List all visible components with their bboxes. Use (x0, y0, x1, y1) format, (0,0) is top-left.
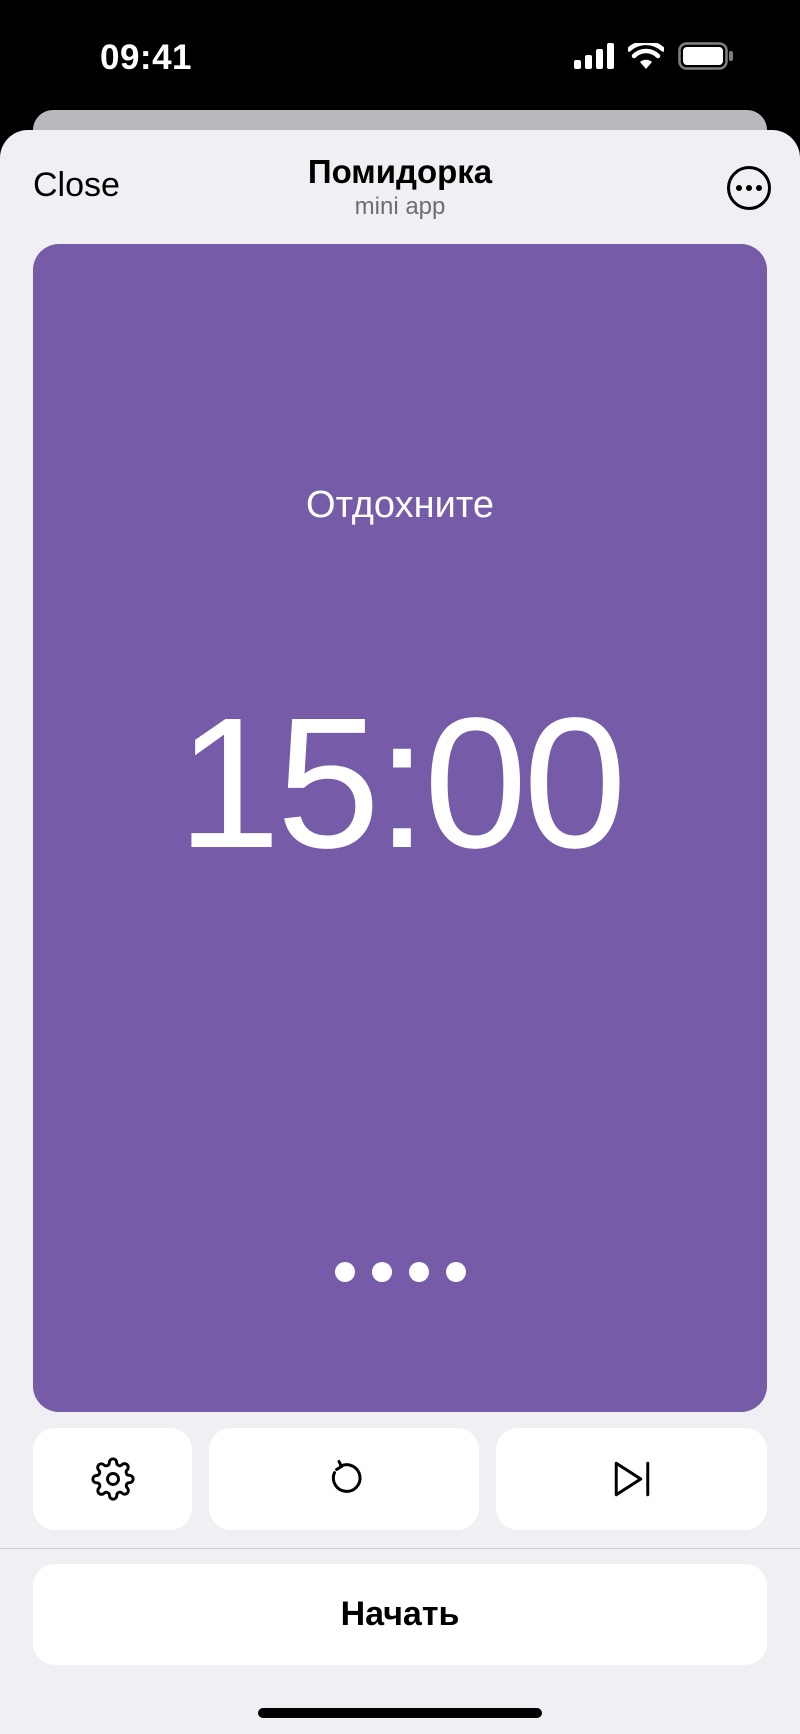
more-dot (736, 185, 742, 191)
battery-icon (678, 42, 733, 70)
status-bar: 09:41 (0, 0, 800, 110)
skip-button[interactable] (496, 1428, 767, 1530)
timer-display: 15:00 (177, 680, 626, 887)
session-dot (445, 1262, 466, 1282)
signal-icon (574, 43, 614, 69)
settings-button[interactable] (33, 1428, 192, 1530)
more-dot (756, 185, 762, 191)
timer-card: Отдохните 15:00 (33, 244, 767, 1412)
app-subtitle: mini app (354, 193, 446, 220)
mini-app-sheet: Close Помидорка mini app Отдохните 15:00 (0, 130, 800, 1734)
timer-status-text: Отдохните (306, 484, 494, 526)
gear-icon (90, 1457, 135, 1501)
more-icon[interactable] (727, 166, 771, 210)
wifi-icon (628, 43, 664, 69)
session-dot (334, 1262, 355, 1282)
divider (0, 1548, 800, 1549)
app-title: Помидорка (307, 153, 493, 190)
session-dot (371, 1262, 392, 1282)
skip-next-icon (614, 1461, 649, 1497)
session-dot (408, 1262, 429, 1282)
status-icons (574, 42, 734, 70)
reset-icon (331, 1460, 362, 1493)
home-indicator (258, 1708, 542, 1718)
header-title-block: Помидорка mini app (0, 152, 800, 222)
start-button[interactable]: Начать (33, 1564, 767, 1665)
more-dot (746, 185, 752, 191)
reset-button[interactable] (209, 1428, 479, 1530)
status-time: 09:41 (100, 38, 193, 77)
session-progress-dots (33, 1262, 767, 1282)
